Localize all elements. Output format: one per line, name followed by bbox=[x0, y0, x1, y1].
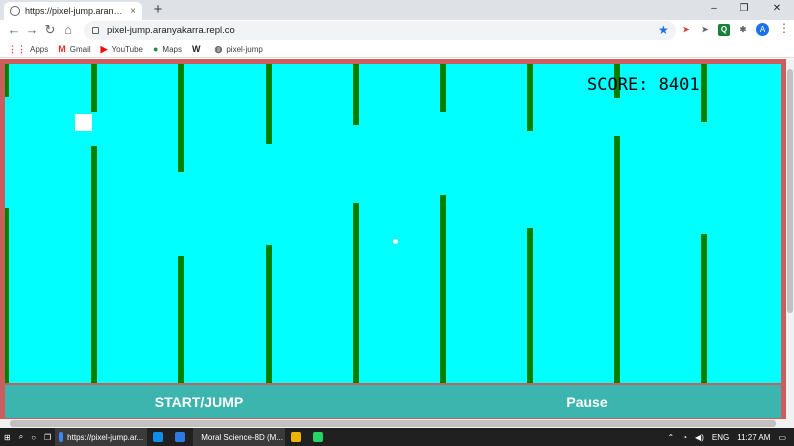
taskbar-app-label: https://pixel-jump.ar... bbox=[67, 432, 144, 442]
taskbar-app-0[interactable]: https://pixel-jump.ar... bbox=[55, 428, 148, 446]
bookmark-icon: ▶ bbox=[100, 43, 108, 54]
profile-avatar[interactable]: A bbox=[756, 23, 769, 36]
task-view-icon[interactable]: ❐ bbox=[40, 428, 55, 446]
new-tab-button[interactable]: + bbox=[150, 2, 166, 18]
vertical-scrollbar[interactable] bbox=[786, 59, 794, 419]
bookmark-icon: ● bbox=[152, 44, 159, 54]
bookmark-label: Apps bbox=[30, 44, 49, 54]
language-indicator[interactable]: ENG bbox=[712, 433, 729, 442]
bookmark-w[interactable]: W bbox=[192, 44, 205, 54]
pipe-obstacle bbox=[440, 195, 446, 383]
taskbar-app-3[interactable]: Moral Science-8D (M... bbox=[193, 428, 286, 446]
forward-icon[interactable]: → bbox=[24, 22, 40, 38]
game-container: SCORE: 8401 START/JUMP Pause bbox=[0, 59, 786, 419]
pipe-obstacle bbox=[701, 64, 707, 122]
cursor-extension-icon[interactable]: ➤ bbox=[680, 24, 692, 36]
bookmark-maps[interactable]: ● Maps bbox=[153, 44, 182, 54]
bookmarks-bar: ⋮⋮ Apps M Gmail ▶ YouTube ● Maps W ◍ pixel-jump bbox=[0, 41, 794, 58]
puzzle-extension-icon[interactable]: ✱ bbox=[737, 24, 749, 36]
bookmark-label: Gmail bbox=[69, 44, 91, 54]
home-icon[interactable]: ⌂ bbox=[60, 22, 76, 38]
pipe-obstacle bbox=[91, 64, 97, 112]
pipe-obstacle bbox=[440, 64, 446, 112]
chevron-up-icon[interactable]: ⌃ bbox=[668, 433, 675, 442]
taskbar-app-label: Moral Science-8D (M... bbox=[201, 432, 283, 442]
pipe-obstacle bbox=[527, 228, 533, 383]
pipe-obstacle bbox=[178, 256, 184, 383]
pipe-obstacle bbox=[5, 208, 9, 383]
bookmark-icon: W bbox=[191, 44, 201, 54]
wifi-icon[interactable]: ◔ bbox=[682, 433, 687, 442]
taskbar-app-2[interactable] bbox=[171, 428, 193, 446]
pipe-obstacle bbox=[614, 136, 620, 383]
globe-icon bbox=[10, 6, 20, 16]
volume-icon[interactable]: ◀) bbox=[695, 433, 704, 442]
system-tray: ⌃ ◔ ◀) ENG 11:27 AM ▭ bbox=[668, 433, 794, 442]
search-icon[interactable]: ⌕ bbox=[15, 428, 27, 446]
pipe-obstacle bbox=[353, 64, 359, 125]
windows-taskbar: ⊞ ⌕ ○ ❐ https://pixel-jump.ar... Moral Sc… bbox=[0, 428, 794, 446]
cursor-dot bbox=[393, 239, 398, 244]
menu-icon[interactable]: ⋮ bbox=[778, 21, 790, 35]
bookmark-icon: ◍ bbox=[214, 43, 223, 54]
bookmark-apps[interactable]: ⋮⋮ Apps bbox=[8, 44, 48, 55]
minimize-button[interactable]: – bbox=[699, 0, 729, 20]
tab-title: https://pixel-jump.aranyakarra.repl bbox=[25, 6, 127, 16]
pipe-obstacle bbox=[266, 64, 272, 144]
notification-icon[interactable]: ▭ bbox=[778, 433, 786, 442]
bookmark-icon: ⋮⋮ bbox=[8, 43, 26, 54]
control-bar: START/JUMP Pause bbox=[5, 385, 781, 418]
bookmark-star-icon[interactable]: ★ bbox=[658, 23, 669, 37]
app-icon bbox=[59, 432, 64, 442]
pipe-obstacle bbox=[527, 64, 533, 131]
q-extension-icon[interactable]: Q bbox=[718, 24, 730, 36]
bookmark-gmail[interactable]: M Gmail bbox=[58, 44, 90, 54]
reload-icon[interactable]: ↻ bbox=[42, 22, 58, 38]
close-window-button[interactable]: ✕ bbox=[762, 0, 792, 20]
browser-toolbar: ← → ↻ ⌂ pixel-jump.aranyakarra.repl.co ★… bbox=[0, 20, 794, 41]
back-icon[interactable]: ← bbox=[6, 22, 22, 38]
address-bar[interactable]: pixel-jump.aranyakarra.repl.co bbox=[84, 21, 676, 40]
start-jump-button[interactable]: START/JUMP bbox=[5, 385, 393, 418]
bookmark-label: Maps bbox=[162, 44, 182, 54]
pipe-obstacle bbox=[91, 146, 97, 383]
tab-strip: https://pixel-jump.aranyakarra.repl × + … bbox=[0, 0, 794, 20]
cortana-icon[interactable]: ○ bbox=[27, 428, 40, 446]
windows-start-icon[interactable]: ⊞ bbox=[0, 428, 15, 446]
pointer-extension-icon[interactable]: ➤ bbox=[699, 24, 711, 36]
taskbar-app-5[interactable] bbox=[309, 428, 331, 446]
horizontal-scrollbar[interactable] bbox=[0, 419, 794, 428]
bookmark-youtube[interactable]: ▶ YouTube bbox=[101, 44, 143, 55]
app-icon bbox=[313, 432, 324, 442]
bookmark-icon: M bbox=[58, 44, 66, 54]
bookmark-label: YouTube bbox=[111, 44, 143, 54]
lock-icon bbox=[92, 27, 99, 34]
pipe-obstacle bbox=[266, 245, 272, 383]
maximize-button[interactable]: ❐ bbox=[729, 0, 759, 20]
app-icon bbox=[291, 432, 302, 442]
bookmark-pixel-jump[interactable]: ◍ pixel-jump bbox=[214, 44, 262, 55]
taskbar-app-1[interactable] bbox=[149, 428, 171, 446]
app-icon bbox=[153, 432, 164, 442]
app-icon bbox=[175, 432, 186, 442]
horizontal-scroll-thumb[interactable] bbox=[10, 420, 776, 427]
pipe-obstacle bbox=[178, 64, 184, 172]
vertical-scroll-thumb[interactable] bbox=[787, 69, 793, 313]
taskbar-app-4[interactable] bbox=[287, 428, 309, 446]
screen: https://pixel-jump.aranyakarra.repl × + … bbox=[0, 0, 794, 446]
game-canvas[interactable]: SCORE: 8401 bbox=[5, 64, 781, 383]
url-text: pixel-jump.aranyakarra.repl.co bbox=[107, 25, 235, 36]
pipe-obstacle bbox=[5, 64, 9, 97]
tab-close-icon[interactable]: × bbox=[130, 6, 136, 17]
player-square bbox=[75, 114, 92, 131]
pause-button[interactable]: Pause bbox=[393, 385, 781, 418]
pipe-obstacle bbox=[353, 203, 359, 383]
pipe-obstacle bbox=[701, 234, 707, 383]
bookmark-label: pixel-jump bbox=[226, 44, 263, 54]
score-display: SCORE: 8401 bbox=[587, 75, 700, 95]
browser-tab[interactable]: https://pixel-jump.aranyakarra.repl × bbox=[4, 2, 142, 20]
clock[interactable]: 11:27 AM bbox=[737, 433, 770, 442]
